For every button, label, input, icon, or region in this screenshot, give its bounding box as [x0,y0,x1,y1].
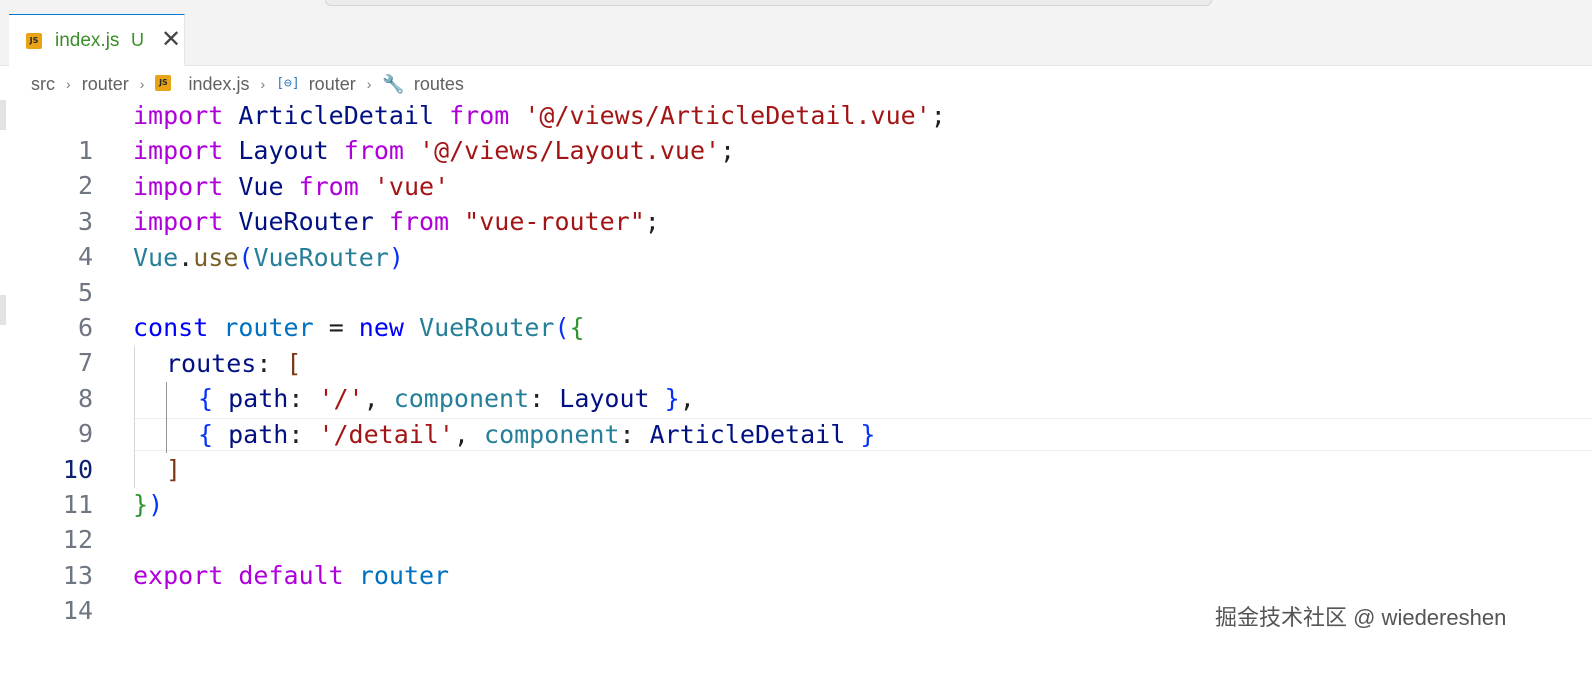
breadcrumb-item-router-symbol[interactable]: router [309,71,356,97]
js-file-icon: JS [155,75,172,92]
close-icon[interactable]: ✕ [159,28,183,52]
chevron-right-icon: › [66,76,71,93]
line-code: ] [166,455,182,484]
command-center[interactable] [325,0,1212,6]
line-code: import ArticleDetail from '@/views/Artic… [133,101,946,130]
watermark: 掘金技术社区 @ wiedereshen [1215,605,1507,630]
code-line: 8 routes: [ [0,346,1592,413]
editor-tab-bar: JS index.js U ✕ [0,14,1592,66]
code-line: 7 const router = new VueRouter({ [0,310,1592,377]
chevron-right-icon: › [260,76,266,93]
property-wrench-icon: 🔧 [382,74,405,95]
breadcrumb-item-file[interactable]: index.js [188,71,249,97]
code-line: 12 }) [0,487,1592,554]
code-editor[interactable]: 1 import ArticleDetail from '@/views/Art… [0,98,1592,625]
code-line-active: 10 { path: '/detail', component: Article… [0,417,1592,484]
line-code: import Vue from 'vue' [133,171,450,201]
variable-symbol-icon: [⊖] [276,76,300,92]
untracked-status-badge: U [131,30,144,50]
chevron-right-icon: › [366,76,372,93]
code-line: 1 import ArticleDetail from '@/views/Art… [0,98,1592,165]
editor-tab-index-js[interactable]: JS index.js U ✕ [9,14,185,66]
line-code: import VueRouter from "vue-router"; [133,207,660,237]
line-code: import Layout from '@/views/Layout.vue'; [133,136,736,166]
code-line: 6 [0,275,1592,342]
breadcrumb-item-routes[interactable]: routes [414,71,464,97]
tab-filename: index.js [55,30,120,51]
code-line: 11 ] [0,452,1592,519]
breadcrumb-item-router-folder[interactable]: router [82,71,129,97]
code-line: 14 export default router [0,558,1592,625]
line-code: const router = new VueRouter({ [133,313,585,343]
breadcrumb-item-src[interactable]: src [31,71,55,97]
js-file-icon: JS [26,33,42,49]
title-bar [0,0,1592,14]
line-code: export default router [133,561,450,591]
code-line: 5 Vue.use(VueRouter) [0,240,1592,307]
line-number: 14 [62,596,93,626]
chevron-right-icon: › [139,76,145,93]
code-line: 4 import VueRouter from "vue-router"; [0,204,1592,271]
code-line: 13 [0,523,1592,590]
code-line: 2 import Layout from '@/views/Layout.vue… [0,133,1592,200]
line-code: Vue.use(VueRouter) [133,242,404,272]
breadcrumb: src › router › JS index.js › [⊖] router … [31,70,464,96]
code-line: 9 { path: '/', component: Layout }, [0,381,1592,448]
line-code: }) [133,490,164,520]
line-code: { path: '/detail', component: ArticleDet… [198,419,876,449]
line-code: { path: '/', component: Layout }, [198,384,695,414]
line-code: routes: [ [166,348,302,378]
code-line: 3 import Vue from 'vue' [0,169,1592,236]
